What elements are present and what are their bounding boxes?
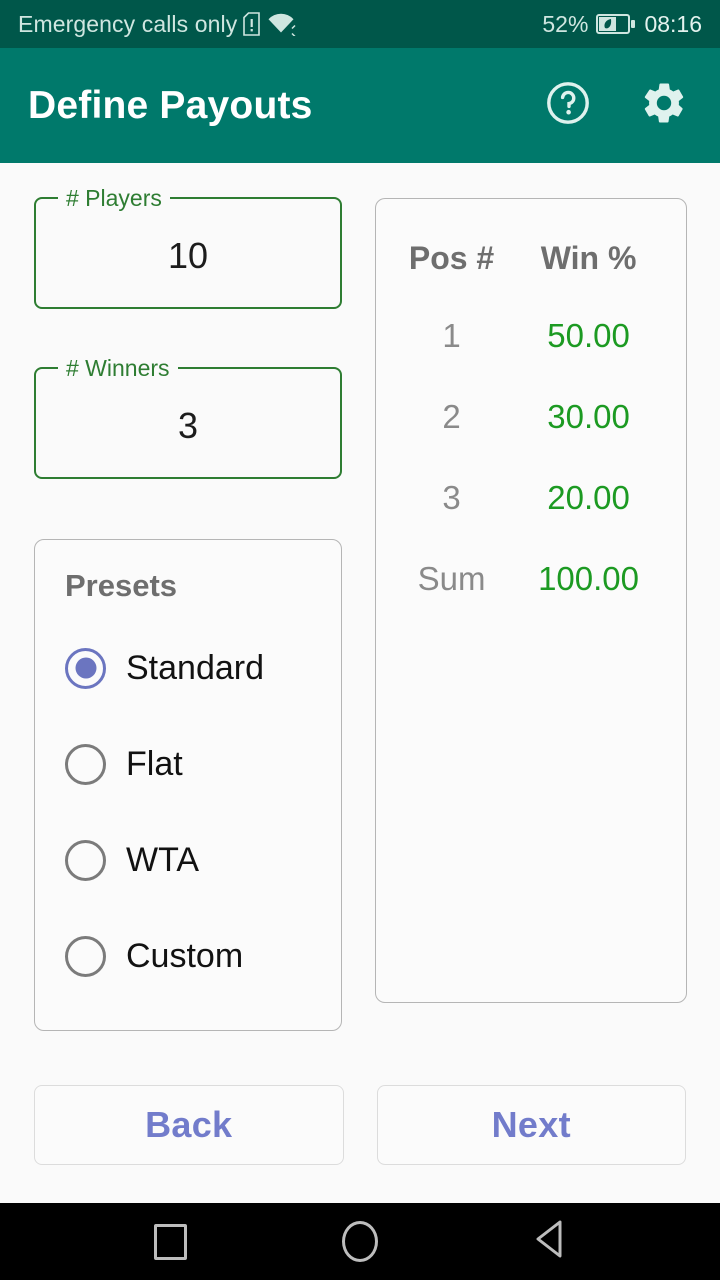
status-bar-right: 52% 08:16 xyxy=(542,11,702,38)
settings-button[interactable] xyxy=(636,78,692,134)
triangle-back-icon xyxy=(530,1218,570,1265)
radio-custom-icon[interactable] xyxy=(65,935,106,977)
square-recents-icon xyxy=(153,1223,187,1260)
winners-field[interactable]: # Winners 3 xyxy=(34,354,342,479)
gear-icon xyxy=(640,79,688,132)
content-area: # Players 10 # Winners 3 Presets Standar… xyxy=(0,163,720,1203)
preset-option-standard[interactable]: Standard xyxy=(53,620,323,716)
table-header-row: Pos # Win % xyxy=(394,221,668,295)
radio-flat-icon[interactable] xyxy=(65,743,106,785)
help-circle-icon xyxy=(544,79,592,132)
page-title: Define Payouts xyxy=(28,83,313,127)
left-column: # Players 10 # Winners 3 Presets Standar… xyxy=(34,184,342,1031)
winners-field-value: 3 xyxy=(177,405,199,446)
preset-option-flat[interactable]: Flat xyxy=(53,716,323,812)
preset-option-wta[interactable]: WTA xyxy=(53,812,323,908)
players-field-label: # Players xyxy=(58,184,170,212)
table-row[interactable]: 2 30.00 xyxy=(394,376,668,457)
status-bar-left: Emergency calls only xyxy=(18,11,542,38)
players-field-value: 10 xyxy=(167,235,209,276)
help-button[interactable] xyxy=(540,78,596,134)
presets-card: Presets Standard Flat WTA Custom xyxy=(34,539,342,1031)
preset-label-flat: Flat xyxy=(126,744,183,783)
circle-home-icon xyxy=(342,1221,378,1262)
row-win[interactable]: 20.00 xyxy=(509,457,668,538)
home-button[interactable] xyxy=(332,1214,388,1270)
sim-alert-icon xyxy=(243,12,261,36)
presets-title: Presets xyxy=(65,568,178,603)
row-win[interactable]: 30.00 xyxy=(509,376,668,457)
wifi-icon xyxy=(266,12,296,36)
phone-screen: Emergency calls only 52% 08:16 Define Pa… xyxy=(0,0,720,1280)
row-pos: 1 xyxy=(442,316,461,354)
preset-option-custom[interactable]: Custom xyxy=(53,908,323,1004)
header-win: Win % xyxy=(540,239,637,276)
table-sum-row: Sum 100.00 xyxy=(394,538,668,619)
row-win[interactable]: 50.00 xyxy=(509,295,668,376)
preset-label-custom: Custom xyxy=(126,936,244,975)
status-bar: Emergency calls only 52% 08:16 xyxy=(0,0,720,48)
back-button[interactable]: Back xyxy=(34,1085,344,1165)
payout-table: Pos # Win % 1 50.00 2 30.00 3 20.00 Sum … xyxy=(394,221,668,619)
table-row[interactable]: 3 20.00 xyxy=(394,457,668,538)
recents-button[interactable] xyxy=(142,1214,198,1270)
preset-label-wta: WTA xyxy=(126,840,200,879)
battery-percent-label: 52% xyxy=(542,10,589,37)
sum-label: Sum xyxy=(417,559,486,597)
row-pos: 2 xyxy=(442,397,461,435)
table-row[interactable]: 1 50.00 xyxy=(394,295,668,376)
back-nav-button[interactable] xyxy=(522,1214,578,1270)
battery-power-saving-leaf-icon xyxy=(596,13,636,35)
wizard-button-row: Back Next xyxy=(0,1085,720,1165)
carrier-label: Emergency calls only xyxy=(18,10,238,37)
players-field[interactable]: # Players 10 xyxy=(34,184,342,309)
radio-wta-icon[interactable] xyxy=(65,839,106,881)
next-button[interactable]: Next xyxy=(376,1085,686,1165)
header-pos: Pos # xyxy=(408,239,495,276)
radio-standard-icon[interactable] xyxy=(65,647,106,689)
preset-label-standard: Standard xyxy=(126,648,264,687)
winners-field-label: # Winners xyxy=(58,354,178,382)
android-nav-bar xyxy=(0,1203,720,1280)
payout-table-card: Pos # Win % 1 50.00 2 30.00 3 20.00 Sum … xyxy=(375,198,687,1003)
app-bar: Define Payouts xyxy=(0,48,720,163)
sum-value: 100.00 xyxy=(538,559,639,597)
clock-label: 08:16 xyxy=(644,10,702,37)
row-pos: 3 xyxy=(442,478,461,516)
